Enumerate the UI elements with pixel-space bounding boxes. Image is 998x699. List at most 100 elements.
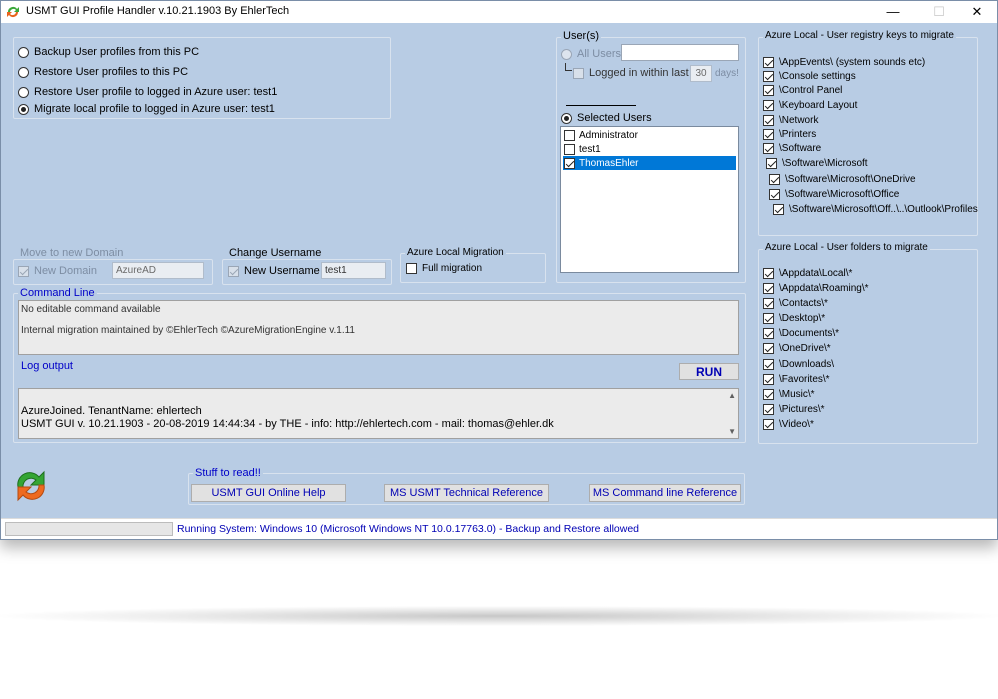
registry-item[interactable]: \Software\Microsoft\Off..\..\Outlook\Pro… (773, 204, 978, 215)
scroll-down-icon[interactable]: ▼ (728, 427, 736, 436)
users-list[interactable]: Administrator test1 ThomasEhler (560, 126, 739, 273)
window-title: USMT GUI Profile Handler v.10.21.1903 By… (26, 5, 290, 17)
registry-item[interactable]: \Printers (763, 129, 816, 140)
folder-item[interactable]: \Video\* (763, 419, 814, 430)
registry-item[interactable]: \Console settings (763, 71, 856, 82)
folder-checkbox[interactable] (763, 404, 774, 415)
radio-button[interactable] (561, 112, 572, 124)
user-checkbox[interactable] (564, 143, 575, 155)
folder-item-label: \Documents\* (779, 328, 840, 339)
full-migration-option[interactable]: Full migration (406, 263, 482, 274)
registry-item[interactable]: \Keyboard Layout (763, 100, 857, 111)
folder-item-label: \Appdata\Local\* (779, 268, 853, 279)
radio-button[interactable] (18, 46, 29, 58)
folder-item-label: \Contacts\* (779, 298, 828, 309)
registry-checkbox[interactable] (763, 85, 774, 96)
folder-checkbox[interactable] (763, 389, 774, 400)
radio-button[interactable] (18, 66, 29, 78)
log-output-box[interactable]: AzureJoined. TenantName: ehlertech USMT … (18, 388, 739, 439)
registry-checkbox[interactable] (763, 129, 774, 140)
mode-option-backup[interactable]: Backup User profiles from this PC (18, 46, 199, 58)
folder-checkbox[interactable] (763, 268, 774, 279)
mode-option-restore-azure[interactable]: Restore User profile to logged in Azure … (18, 86, 277, 98)
title-bar[interactable]: USMT GUI Profile Handler v.10.21.1903 By… (1, 1, 997, 23)
registry-item[interactable]: \Software (763, 143, 821, 154)
registry-checkbox[interactable] (769, 189, 780, 200)
all-users-option: All Users (561, 48, 621, 60)
registry-checkbox[interactable] (766, 158, 777, 169)
folder-checkbox[interactable] (763, 343, 774, 354)
new-username-option[interactable]: New Username (228, 265, 320, 277)
folder-checkbox[interactable] (763, 419, 774, 430)
command-line-reference-button[interactable]: MS Command line Reference (589, 484, 741, 502)
new-domain-input[interactable]: AzureAD (112, 262, 204, 279)
folder-item[interactable]: \Downloads\ (763, 359, 834, 370)
all-users-input[interactable] (621, 44, 739, 61)
full-migration-checkbox[interactable] (406, 263, 417, 274)
command-line-box[interactable]: No editable command available Internal m… (18, 300, 739, 355)
folder-item[interactable]: \Pictures\* (763, 404, 825, 415)
folder-item[interactable]: \Desktop\* (763, 313, 825, 324)
registry-item[interactable]: \Software\Microsoft (766, 158, 868, 169)
registry-item[interactable]: \Network (763, 115, 818, 126)
folder-item[interactable]: \Appdata\Local\* (763, 268, 852, 279)
usmt-reference-button[interactable]: MS USMT Technical Reference (384, 484, 549, 502)
folder-checkbox[interactable] (763, 328, 774, 339)
user-name: Administrator (579, 129, 638, 141)
list-item[interactable]: test1 (563, 142, 736, 156)
registry-item-label: \AppEvents\ (system sounds etc) (779, 57, 926, 68)
registry-checkbox[interactable] (769, 174, 780, 185)
registry-checkbox[interactable] (773, 204, 784, 215)
status-bar: Running System: Windows 10 (Microsoft Wi… (1, 518, 997, 539)
mode-option-restore[interactable]: Restore User profiles to this PC (18, 66, 188, 78)
folder-checkbox[interactable] (763, 298, 774, 309)
days-label: days! (715, 68, 739, 79)
folder-item[interactable]: \OneDrive\* (763, 343, 831, 354)
folder-item[interactable]: \Music\* (763, 389, 815, 400)
list-item[interactable]: ThomasEhler (563, 156, 736, 170)
folder-item[interactable]: \Appdata\Roaming\* (763, 283, 869, 294)
scroll-up-icon[interactable]: ▲ (728, 391, 736, 400)
app-window: USMT GUI Profile Handler v.10.21.1903 By… (0, 0, 998, 540)
folder-item[interactable]: \Favorites\* (763, 374, 830, 385)
list-item[interactable]: Administrator (563, 128, 736, 142)
close-button[interactable]: ✕ (957, 1, 997, 23)
folder-checkbox[interactable] (763, 283, 774, 294)
registry-checkbox[interactable] (763, 71, 774, 82)
registry-checkbox[interactable] (763, 115, 774, 126)
registry-checkbox[interactable] (763, 100, 774, 111)
registry-item[interactable]: \Software\Microsoft\OneDrive (769, 174, 916, 185)
user-checkbox[interactable] (564, 129, 575, 141)
run-button[interactable]: RUN (679, 363, 739, 380)
new-username-input[interactable]: test1 (321, 262, 386, 279)
minimize-button[interactable]: — (873, 1, 913, 23)
selected-users-option[interactable]: Selected Users (561, 112, 652, 124)
days-input[interactable]: 30 (690, 65, 712, 82)
radio-button[interactable] (18, 86, 29, 98)
mode-option-migrate-azure[interactable]: Migrate local profile to logged in Azure… (18, 103, 275, 115)
radio-button[interactable] (18, 103, 29, 115)
folder-checkbox[interactable] (763, 374, 774, 385)
selected-users-label: Selected Users (577, 112, 652, 124)
new-username-checkbox[interactable] (228, 265, 239, 277)
folder-checkbox[interactable] (763, 313, 774, 324)
full-migration-label: Full migration (422, 263, 483, 274)
status-text: Running System: Windows 10 (Microsoft Wi… (177, 523, 640, 535)
registry-checkbox[interactable] (763, 143, 774, 154)
registry-item-label: \Printers (779, 129, 817, 140)
folder-item[interactable]: \Contacts\* (763, 298, 828, 309)
user-checkbox[interactable] (564, 157, 575, 169)
registry-item[interactable]: \Control Panel (763, 85, 842, 96)
divider (566, 105, 636, 106)
registry-checkbox[interactable] (763, 57, 774, 68)
user-name: ThomasEhler (579, 157, 639, 169)
folders-group-label: Azure Local - User folders to migrate (763, 242, 930, 253)
decorative-shadow (0, 606, 998, 626)
new-domain-label: New Domain (34, 265, 97, 277)
folder-item[interactable]: \Documents\* (763, 328, 839, 339)
online-help-button[interactable]: USMT GUI Online Help (191, 484, 346, 502)
folder-checkbox[interactable] (763, 359, 774, 370)
registry-item[interactable]: \Software\Microsoft\Office (769, 189, 899, 200)
mode-option-label: Restore User profiles to this PC (34, 66, 189, 78)
registry-item[interactable]: \AppEvents\ (system sounds etc) (763, 57, 925, 68)
